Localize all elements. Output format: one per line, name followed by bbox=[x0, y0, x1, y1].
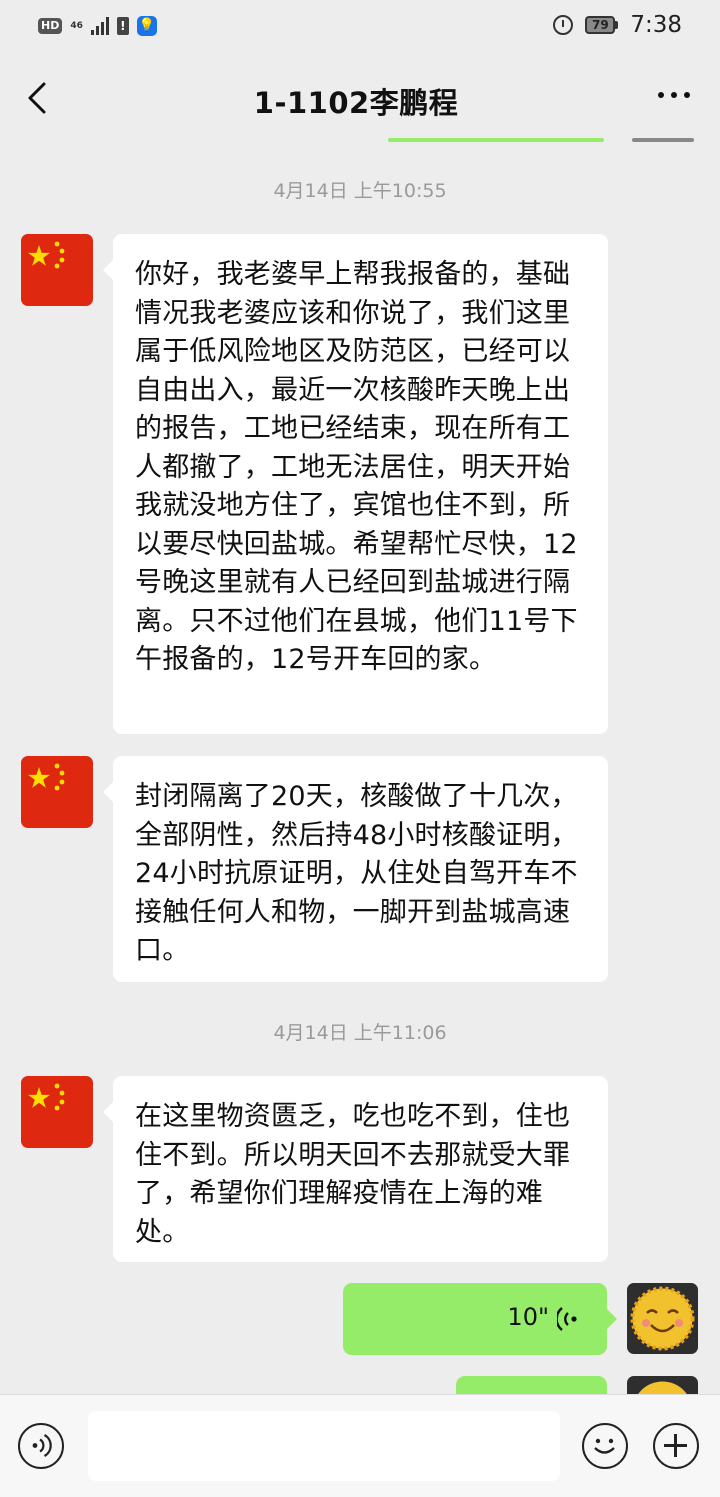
input-bar bbox=[0, 1394, 720, 1497]
message-bubble[interactable]: 封闭隔离了20天，核酸做了十几次，全部阴性，然后持48小时核酸证明，24小时抗原… bbox=[103, 756, 608, 982]
message-text: 在这里物资匮乏，吃也吃不到，住也住不到。所以明天回不去那就受大罪了，希望你们理解… bbox=[135, 1101, 571, 1248]
china-flag-icon bbox=[21, 1076, 93, 1148]
clock: 7:38 bbox=[630, 12, 682, 38]
message-text: 封闭隔离了20天，核酸做了十几次，全部阴性，然后持48小时核酸证明，24小时抗原… bbox=[135, 781, 578, 966]
battery-level: 79 bbox=[585, 16, 616, 34]
voice-input-icon[interactable] bbox=[18, 1423, 64, 1469]
timestamp: 4月14日 上午10:55 bbox=[273, 180, 447, 202]
status-bar: HD 46 ! 💡 79 7:38 bbox=[0, 0, 720, 56]
signal-icon bbox=[90, 17, 109, 35]
china-flag-icon bbox=[21, 234, 93, 306]
voice-wave-icon bbox=[557, 1307, 577, 1331]
network-type: 46 bbox=[70, 20, 83, 31]
message-text: 你好，我老婆早上帮我报备的，基础情况我老婆应该和你说了，我们这里属于低风险地区及… bbox=[135, 259, 578, 675]
more-icon[interactable] bbox=[658, 92, 690, 98]
emoji-icon[interactable] bbox=[582, 1423, 628, 1469]
battery-icon: 79 bbox=[585, 16, 619, 34]
nav-bar: 1-1102李鹏程 bbox=[0, 56, 720, 140]
message-input[interactable] bbox=[88, 1411, 560, 1481]
my-avatar[interactable] bbox=[627, 1283, 698, 1354]
contact-avatar[interactable] bbox=[21, 1076, 93, 1148]
sun-face-avatar-icon bbox=[627, 1283, 698, 1354]
contact-avatar[interactable] bbox=[21, 234, 93, 306]
message-bubble[interactable]: 在这里物资匮乏，吃也吃不到，住也住不到。所以明天回不去那就受大罪了，希望你们理解… bbox=[103, 1076, 608, 1262]
contact-avatar[interactable] bbox=[21, 756, 93, 828]
alarm-icon bbox=[553, 15, 574, 35]
china-flag-icon bbox=[21, 756, 93, 828]
status-left: HD 46 ! 💡 bbox=[38, 16, 157, 36]
bulb-icon: 💡 bbox=[136, 16, 157, 36]
voice-message-bubble[interactable]: 10" bbox=[343, 1283, 617, 1355]
hd-indicator: HD bbox=[38, 18, 63, 34]
voice-duration: 10" bbox=[507, 1303, 549, 1331]
chat-title: 1-1102李鹏程 bbox=[253, 86, 459, 120]
plus-icon[interactable] bbox=[653, 1423, 699, 1469]
previous-bubble-edge bbox=[388, 138, 604, 142]
previous-avatar-edge bbox=[632, 138, 694, 142]
alert-icon: ! bbox=[116, 17, 129, 35]
message-bubble[interactable]: 你好，我老婆早上帮我报备的，基础情况我老婆应该和你说了，我们这里属于低风险地区及… bbox=[103, 234, 608, 734]
status-right: 79 7:38 bbox=[553, 12, 682, 38]
timestamp: 4月14日 上午11:06 bbox=[273, 1022, 447, 1044]
